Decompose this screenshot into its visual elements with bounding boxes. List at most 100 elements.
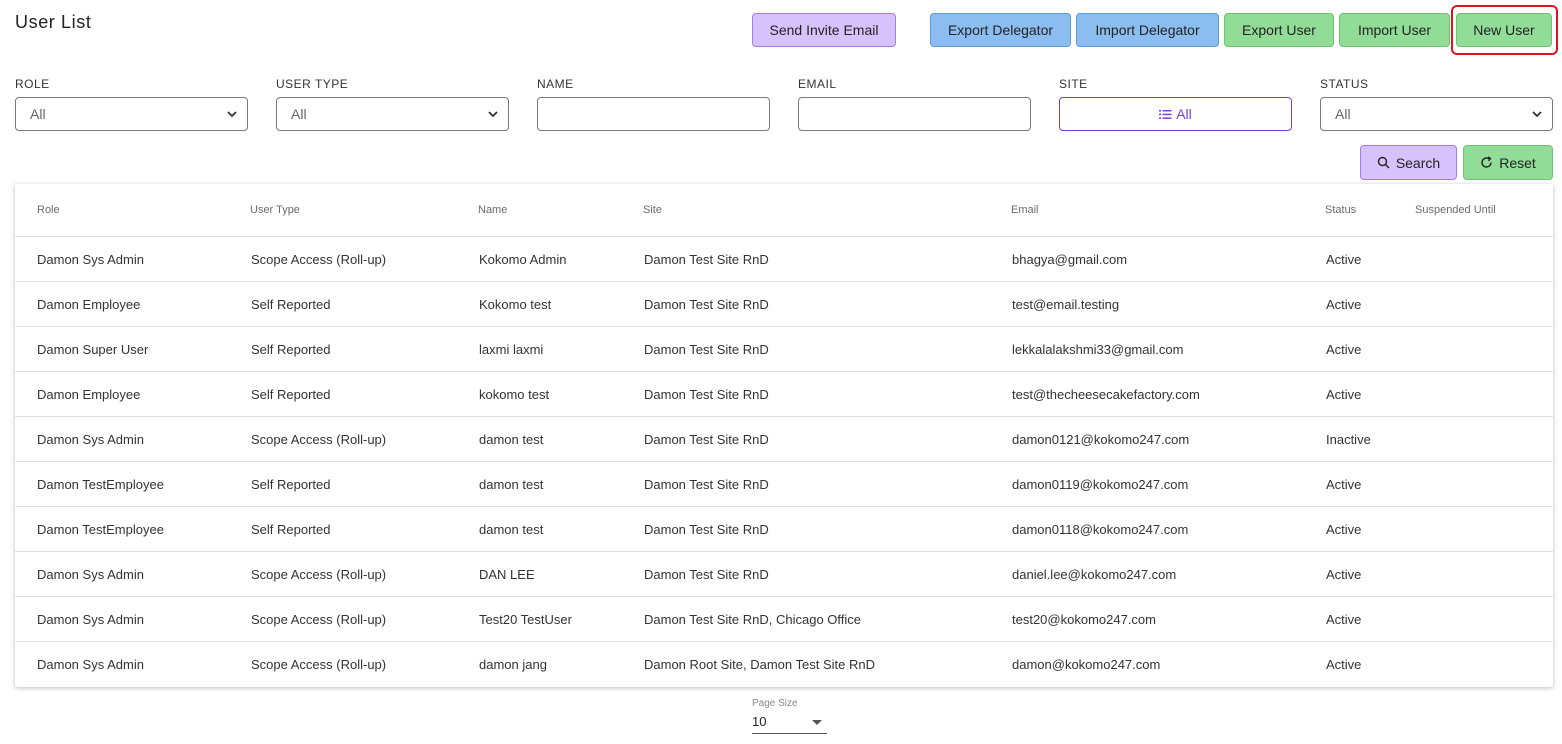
table-row[interactable]: Damon Sys Admin Scope Access (Roll-up) DAN… <box>15 552 1553 597</box>
column-header-status[interactable]: Status <box>1325 204 1356 216</box>
import-user-button[interactable]: Import User <box>1339 13 1450 47</box>
email-filter-label: EMAIL <box>798 77 837 91</box>
cell-site: Damon Test Site RnD <box>644 432 769 447</box>
table-row[interactable]: Damon Sys Admin Scope Access (Roll-up) dam… <box>15 417 1553 462</box>
cell-email: bhagya@gmail.com <box>1012 252 1128 267</box>
cell-email: test@email.testing <box>1012 297 1120 312</box>
table-row[interactable]: Damon TestEmployee Self Reported damon tes… <box>15 507 1553 552</box>
column-header-email[interactable]: Email <box>1011 204 1039 216</box>
cell-site: Damon Test Site RnD <box>644 387 769 402</box>
page-size-value: 10 <box>752 714 767 729</box>
cell-role: Damon Employee <box>37 387 141 402</box>
cell-status: Inactive <box>1326 432 1371 447</box>
cell-user-type: Self Reported <box>251 477 331 492</box>
column-header-name[interactable]: Name <box>478 204 507 216</box>
cell-role: Damon Sys Admin <box>37 657 144 672</box>
user-table: Role User Type Name Site Email Status Su… <box>15 184 1553 687</box>
reset-button[interactable]: Reset <box>1463 145 1553 180</box>
table-row[interactable]: Damon TestEmployee Self Reported damon tes… <box>15 462 1553 507</box>
search-button[interactable]: Search <box>1360 145 1457 180</box>
highlight-frame <box>1451 5 1558 55</box>
page-size-label: Page Size <box>752 698 798 709</box>
table-row[interactable]: Damon Sys Admin Scope Access (Roll-up) dam… <box>15 642 1553 687</box>
cell-site: Damon Test Site RnD <box>644 567 769 582</box>
export-user-button[interactable]: Export User <box>1224 13 1334 47</box>
cell-site: Damon Test Site RnD, Chicago Office <box>644 612 862 627</box>
cell-user-type: Scope Access (Roll-up) <box>251 567 387 582</box>
cell-site: Damon Test Site RnD <box>644 297 769 312</box>
cell-role: Damon Super User <box>37 342 149 357</box>
cell-user-type: Self Reported <box>251 297 331 312</box>
cell-email: damon0121@kokomo247.com <box>1012 432 1190 447</box>
cell-role: Damon Sys Admin <box>37 612 144 627</box>
page-size-select[interactable]: 10 <box>752 711 827 734</box>
cell-email: damon@kokomo247.com <box>1012 657 1161 672</box>
export-delegator-button[interactable]: Export Delegator <box>930 13 1071 47</box>
cell-role: Damon Employee <box>37 297 141 312</box>
page-title: User List <box>15 12 92 32</box>
cell-site: Damon Test Site RnD <box>644 252 769 267</box>
cell-user-type: Scope Access (Roll-up) <box>251 432 387 447</box>
cell-site: Damon Test Site RnD <box>644 342 769 357</box>
name-input[interactable] <box>537 97 770 131</box>
cell-user-type: Scope Access (Roll-up) <box>251 252 387 267</box>
table-row[interactable]: Damon Employee Self Reported Kokomo test Da… <box>15 282 1553 327</box>
cell-email: daniel.lee@kokomo247.com <box>1012 567 1177 582</box>
site-selector-button[interactable]: All <box>1059 97 1292 131</box>
cell-name: Kokomo Admin <box>479 252 567 267</box>
table-header: Role User Type Name Site Email Status Su… <box>15 184 1553 237</box>
cell-role: Damon Sys Admin <box>37 432 144 447</box>
cell-role: Damon Sys Admin <box>37 252 144 267</box>
status-select[interactable]: All <box>1320 97 1553 131</box>
column-header-site[interactable]: Site <box>643 204 662 216</box>
cell-status: Active <box>1326 387 1362 402</box>
table-row[interactable]: Damon Super User Self Reported laxmi laxmi… <box>15 327 1553 372</box>
site-selector-value: All <box>1176 106 1192 122</box>
cell-email: lekkalalakshmi33@gmail.com <box>1012 342 1184 357</box>
cell-user-type: Self Reported <box>251 522 331 537</box>
cell-status: Active <box>1326 567 1362 582</box>
search-button-label: Search <box>1395 154 1441 171</box>
cell-role: Damon Sys Admin <box>37 567 144 582</box>
cell-status: Active <box>1326 297 1362 312</box>
cell-status: Active <box>1326 252 1362 267</box>
table-row[interactable]: Damon Sys Admin Scope Access (Roll-up) Tes… <box>15 597 1553 642</box>
cell-email: test@thecheesecakefactory.com <box>1012 387 1200 402</box>
cell-status: Active <box>1326 657 1362 672</box>
role-select-value: All <box>30 106 46 122</box>
status-filter-label: STATUS <box>1320 77 1369 91</box>
column-header-user-type[interactable]: User Type <box>250 204 300 216</box>
role-filter-label: ROLE <box>15 77 50 91</box>
cell-status: Active <box>1326 612 1362 627</box>
refresh-icon <box>1480 156 1493 169</box>
role-select[interactable]: All <box>15 97 248 131</box>
cell-name: damon test <box>479 477 544 492</box>
cell-user-type: Self Reported <box>251 342 331 357</box>
cell-name: kokomo test <box>479 387 550 402</box>
cell-site: Damon Test Site RnD <box>644 522 769 537</box>
cell-name: damon test <box>479 522 544 537</box>
email-input[interactable] <box>798 97 1031 131</box>
cell-name: Test20 TestUser <box>479 612 572 627</box>
chevron-down-icon <box>1532 111 1542 118</box>
cell-user-type: Self Reported <box>251 387 331 402</box>
cell-email: damon0119@kokomo247.com <box>1012 477 1189 492</box>
user-type-select-value: All <box>291 106 307 122</box>
status-select-value: All <box>1335 106 1351 122</box>
cell-name: damon jang <box>479 657 547 672</box>
import-delegator-button[interactable]: Import Delegator <box>1076 13 1219 47</box>
column-header-role[interactable]: Role <box>37 204 60 216</box>
user-type-select[interactable]: All <box>276 97 509 131</box>
table-row[interactable]: Damon Sys Admin Scope Access (Roll-up) Kok… <box>15 237 1553 282</box>
send-invite-email-button[interactable]: Send Invite Email <box>752 13 896 47</box>
cell-site: Damon Test Site RnD <box>644 477 769 492</box>
chevron-down-icon <box>488 111 498 118</box>
user-type-filter-label: USER TYPE <box>276 77 349 91</box>
cell-email: test20@kokomo247.com <box>1012 612 1156 627</box>
column-header-suspended-until[interactable]: Suspended Until <box>1415 204 1496 216</box>
table-row[interactable]: Damon Employee Self Reported kokomo test Da… <box>15 372 1553 417</box>
name-filter-label: NAME <box>537 77 574 91</box>
reset-button-label: Reset <box>1499 154 1536 171</box>
cell-status: Active <box>1326 477 1362 492</box>
cell-user-type: Scope Access (Roll-up) <box>251 612 387 627</box>
